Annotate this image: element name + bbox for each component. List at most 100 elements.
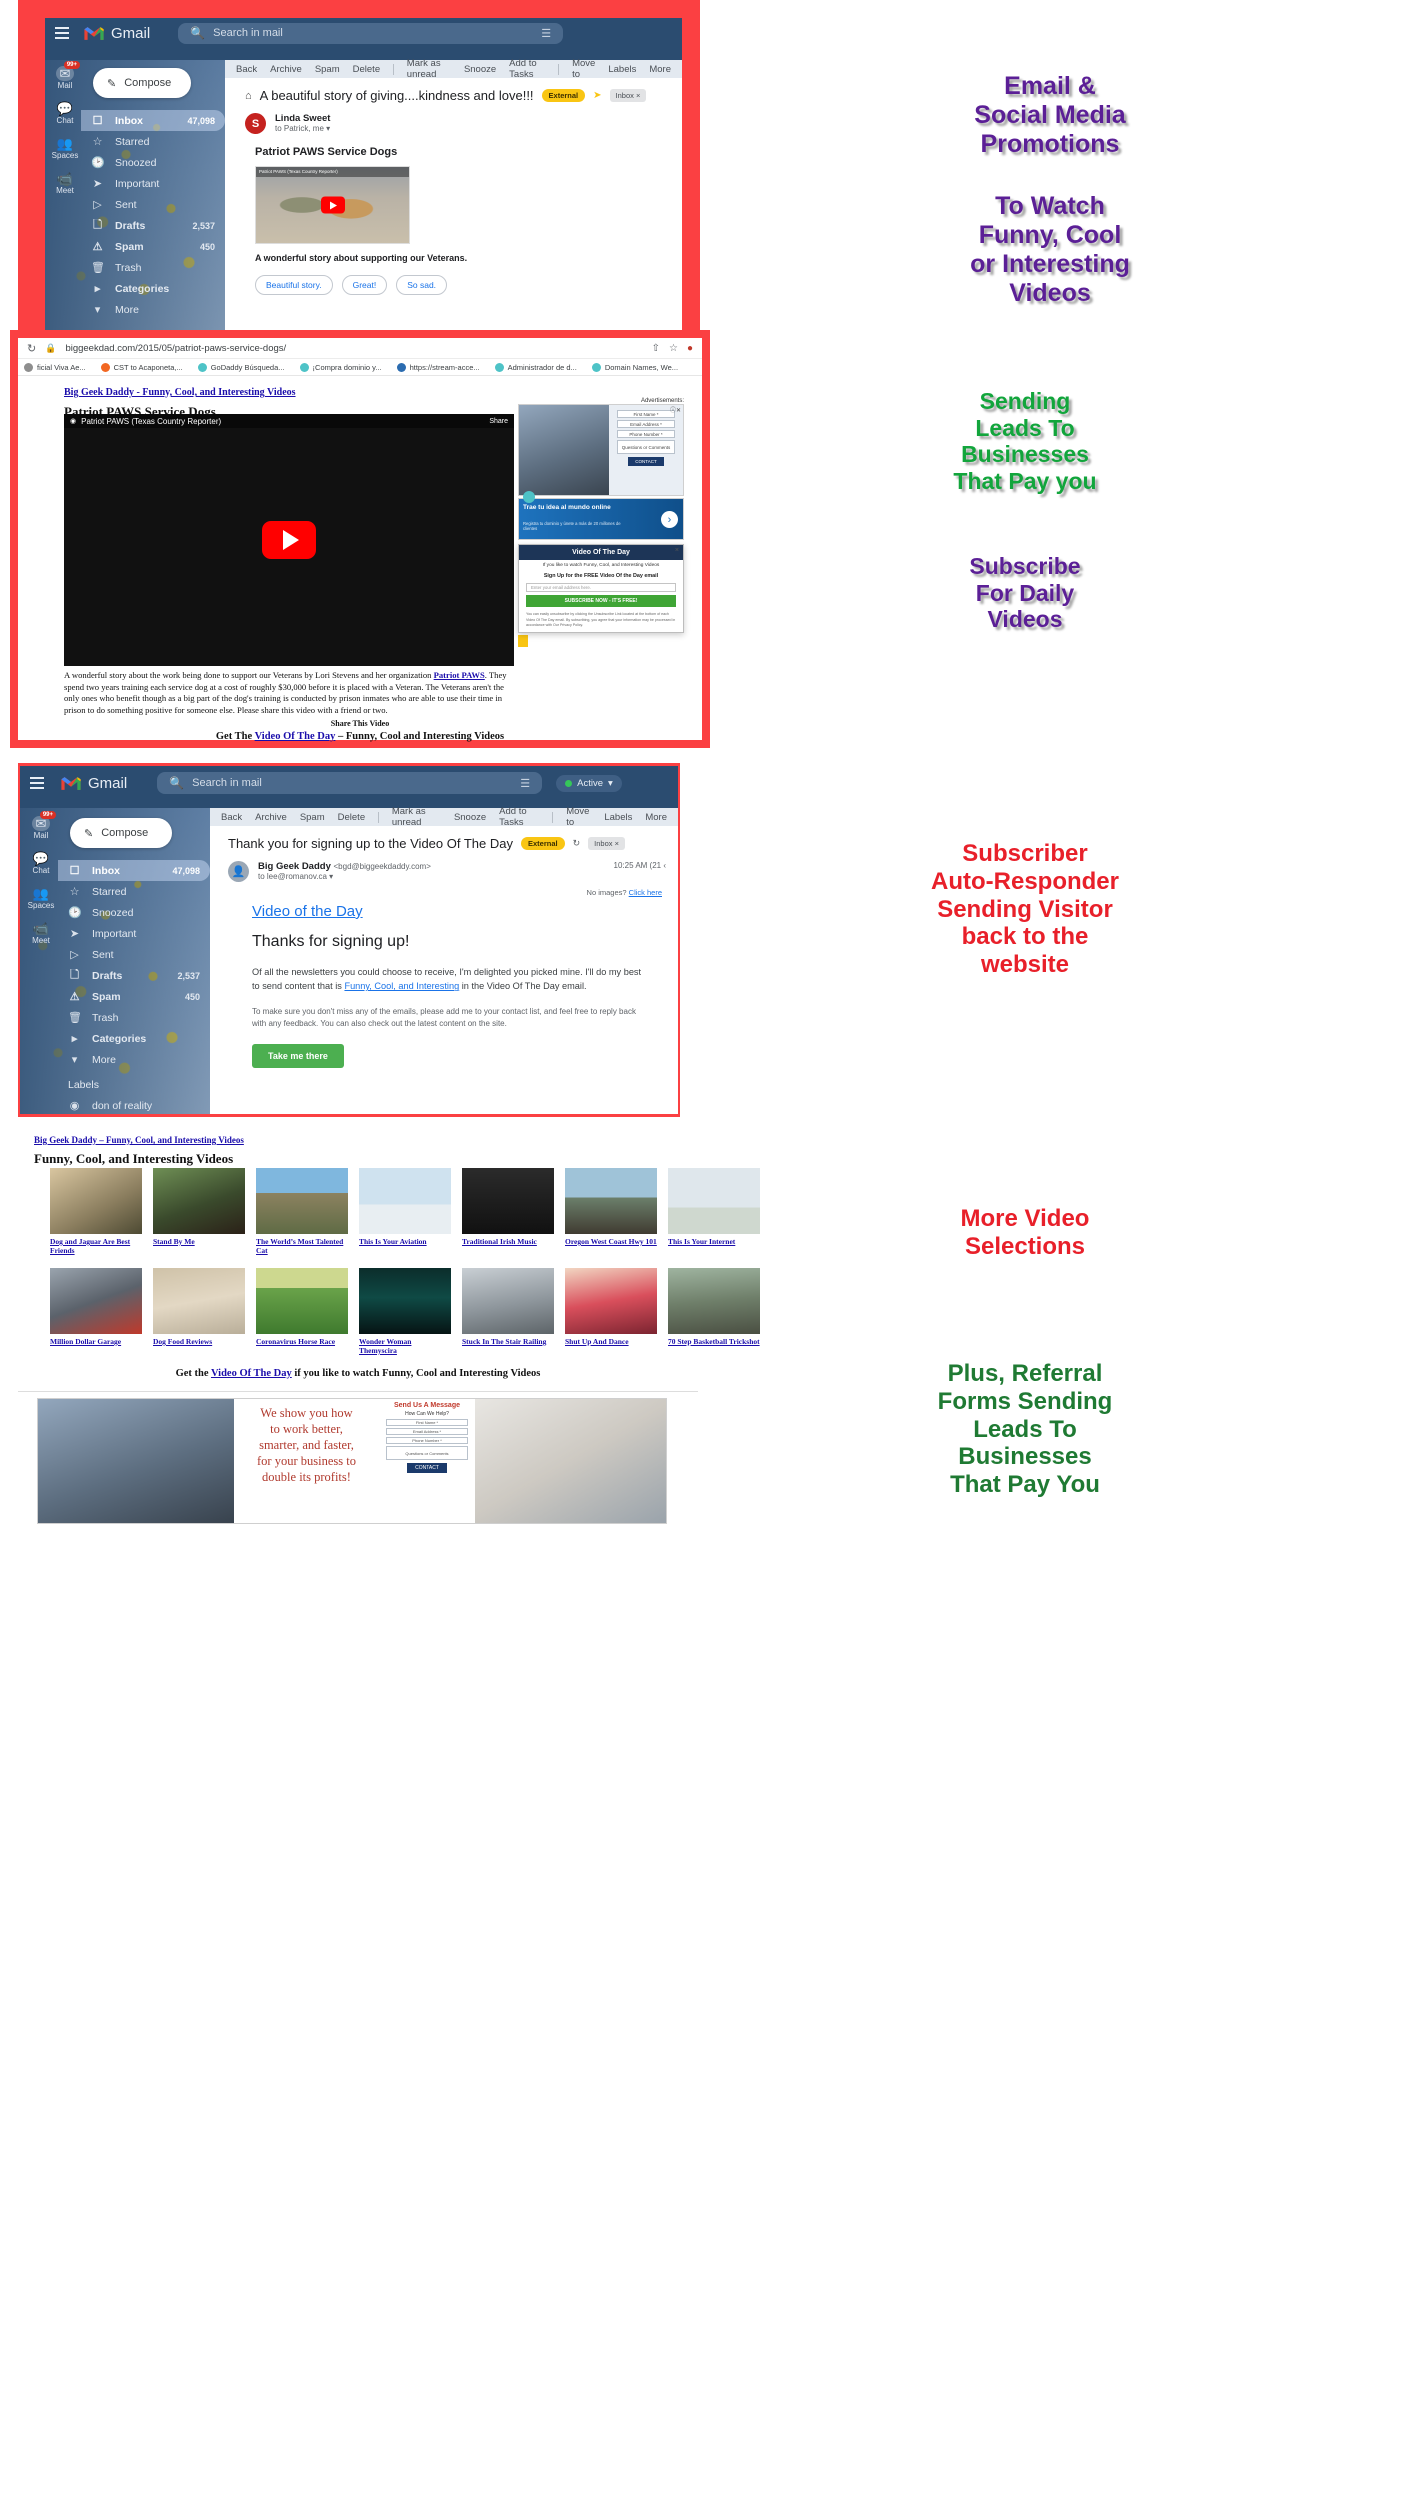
video-card[interactable]: Dog and Jaguar Are Best Friends	[50, 1168, 142, 1255]
promo-contact-button[interactable]: CONTACT	[407, 1463, 447, 1473]
promo-contact-form[interactable]: Send Us A Message How Can We Help? First…	[379, 1399, 475, 1523]
sidebar-item-more[interactable]: ▾ More	[58, 1049, 210, 1070]
video-thumbnail[interactable]	[153, 1168, 245, 1234]
bookmark-1[interactable]: CST to Acaponeta,...	[100, 362, 183, 372]
search-input[interactable]: 🔍 Search in mail ☰	[157, 772, 543, 794]
video-title-link[interactable]: Dog and Jaguar Are Best Friends	[50, 1237, 142, 1255]
sidebar-item-more[interactable]: ▾ More	[81, 299, 225, 320]
toolbar-more[interactable]: More	[649, 64, 671, 75]
video-thumbnail[interactable]	[462, 1268, 554, 1334]
rail-item-chat[interactable]: 💬 Chat	[32, 851, 50, 876]
star-icon[interactable]: ☆	[669, 343, 678, 354]
patriot-paws-link[interactable]: Patriot PAWS	[434, 670, 485, 680]
sidebar-item-sent[interactable]: ▷ Sent	[58, 944, 210, 965]
video-of-the-day-link[interactable]: Video Of The Day	[211, 1368, 292, 1379]
rail-item-mail[interactable]: ✉ 99+ Mail	[56, 61, 80, 90]
video-card[interactable]: Stuck In The Stair Railing	[462, 1268, 554, 1355]
smart-reply-2[interactable]: So sad.	[396, 275, 448, 295]
video-title-link[interactable]: Wonder Woman Themyscira	[359, 1337, 451, 1355]
sidebar-item-starred[interactable]: ☆ Starred	[81, 131, 225, 152]
video-card[interactable]: Oregon West Coast Hwy 101	[565, 1168, 657, 1255]
video-card[interactable]: Shut Up And Dance	[565, 1268, 657, 1355]
bookmark-5[interactable]: Administrador de d...	[494, 362, 577, 372]
sidebar-item-categories[interactable]: ▸ Categories	[81, 278, 225, 299]
video-thumbnail[interactable]	[359, 1168, 451, 1234]
video-thumbnail[interactable]	[256, 1268, 348, 1334]
share-icon[interactable]: ⇧	[652, 343, 660, 354]
toolbar-mark-unread[interactable]: Mark as unread	[407, 58, 451, 80]
ad-domain-next-icon[interactable]: ›	[661, 511, 678, 528]
video-title-link[interactable]: Traditional Irish Music	[462, 1237, 554, 1246]
toolbar-snooze[interactable]: Snooze	[454, 812, 486, 823]
search-input[interactable]: 🔍 Search in mail ☰	[178, 22, 564, 44]
video-title-link[interactable]: Million Dollar Garage	[50, 1337, 142, 1346]
video-title-link[interactable]: The World’s Most Talented Cat	[256, 1237, 348, 1255]
video-title-link[interactable]: Stand By Me	[153, 1237, 245, 1246]
video-title-link[interactable]: 70 Step Basketball Trickshot	[668, 1337, 760, 1346]
email-video-thumbnail[interactable]: Patriot PAWS (Texas Country Reporter)	[255, 166, 410, 244]
play-button-icon[interactable]	[320, 196, 345, 214]
smart-reply-1[interactable]: Great!	[341, 275, 388, 295]
video-thumbnail[interactable]	[256, 1168, 348, 1234]
active-status-chip[interactable]: Active ▾	[556, 774, 622, 792]
video-card[interactable]: Stand By Me	[153, 1168, 245, 1255]
rail-item-chat[interactable]: 💬 Chat	[56, 101, 74, 126]
hamburger-menu-icon[interactable]	[55, 24, 69, 42]
toolbar-archive[interactable]: Archive	[255, 812, 287, 823]
video-title-link[interactable]: Coronavirus Horse Race	[256, 1337, 348, 1346]
sidebar-item-snoozed[interactable]: 🕑 Snoozed	[81, 152, 225, 173]
video-card[interactable]: Traditional Irish Music	[462, 1168, 554, 1255]
smart-reply-0[interactable]: Beautiful story.	[255, 275, 333, 295]
promo-field-comments[interactable]: Questions or Comments	[386, 1446, 468, 1460]
video-card[interactable]: Dog Food Reviews	[153, 1268, 245, 1355]
browser-url-bar[interactable]: ↻ 🔒 biggeekdad.com/2015/05/patriot-paws-…	[18, 338, 702, 359]
toolbar-back[interactable]: Back	[221, 812, 242, 823]
sidebar-item-starred[interactable]: ☆ Starred	[58, 881, 210, 902]
sidebar-item-spam[interactable]: ⚠ Spam 450	[81, 236, 225, 257]
video-title-link[interactable]: Dog Food Reviews	[153, 1337, 245, 1346]
recipients[interactable]: to lee@romanov.ca ▾	[258, 872, 605, 881]
sidebar-item-spam[interactable]: ⚠ Spam 450	[58, 986, 210, 1007]
toolbar-spam[interactable]: Spam	[315, 64, 340, 75]
bookmark-4[interactable]: https://stream-acce...	[396, 362, 480, 372]
toolbar-archive[interactable]: Archive	[270, 64, 302, 75]
search-options-icon[interactable]: ☰	[541, 27, 551, 40]
sidebar-item-inbox[interactable]: ☐ Inbox 47,098	[58, 860, 210, 881]
sidebar-item-important[interactable]: ➤ Important	[81, 173, 225, 194]
bookmark-2[interactable]: GoDaddy Búsqueda...	[197, 362, 285, 372]
video-card[interactable]: This Is Your Aviation	[359, 1168, 451, 1255]
sidebar-item-trash[interactable]: 🗑 Trash	[58, 1007, 210, 1028]
sidebar-item-snoozed[interactable]: 🕑 Snoozed	[58, 902, 210, 923]
site-video-player[interactable]: ◉ Patriot PAWS (Texas Country Reporter) …	[64, 414, 514, 666]
toolbar-move-to[interactable]: Move to	[572, 58, 595, 80]
video-thumbnail[interactable]	[359, 1268, 451, 1334]
sidebar-item-drafts[interactable]: 🗋 Drafts 2,537	[58, 965, 210, 986]
video-thumbnail[interactable]	[462, 1168, 554, 1234]
sidebar-item-drafts[interactable]: 🗋 Drafts 2,537	[81, 215, 225, 236]
video-card[interactable]: Wonder Woman Themyscira	[359, 1268, 451, 1355]
rail-item-spaces[interactable]: 👥 Spaces	[52, 136, 79, 161]
sidebar-item-categories[interactable]: ▸ Categories	[58, 1028, 210, 1049]
toolbar-mark-unread[interactable]: Mark as unread	[392, 806, 441, 828]
hamburger-menu-icon[interactable]	[30, 774, 44, 792]
videos-header-link[interactable]: Big Geek Daddy – Funny, Cool, and Intere…	[34, 1135, 244, 1145]
bookmark-0[interactable]: ficial Viva Ae...	[24, 362, 86, 372]
toolbar-move-to[interactable]: Move to	[566, 806, 591, 828]
video-title-link[interactable]: This Is Your Aviation	[359, 1237, 451, 1246]
compose-button[interactable]: ✎ Compose	[70, 818, 172, 848]
rail-item-mail[interactable]: ✉ 99+ Mail	[32, 811, 56, 840]
chevron-down-icon[interactable]: ▾	[608, 778, 613, 789]
video-card[interactable]: 70 Step Basketball Trickshot	[668, 1268, 760, 1355]
inbox-chip[interactable]: Inbox ×	[588, 837, 625, 850]
compose-button[interactable]: ✎ Compose	[93, 68, 191, 98]
video-card[interactable]: The World’s Most Talented Cat	[256, 1168, 348, 1255]
recipients[interactable]: to Patrick, me ▾	[275, 124, 330, 133]
bookmark-3[interactable]: ¡Compra dominio y...	[299, 362, 382, 372]
video-card[interactable]: Coronavirus Horse Race	[256, 1268, 348, 1355]
extension-icon[interactable]: ●	[687, 343, 693, 354]
toolbar-back[interactable]: Back	[236, 64, 257, 75]
video-thumbnail[interactable]	[565, 1268, 657, 1334]
video-share-label[interactable]: Share	[489, 418, 508, 425]
toolbar-labels[interactable]: Labels	[608, 64, 636, 75]
play-button-icon[interactable]	[262, 521, 316, 559]
